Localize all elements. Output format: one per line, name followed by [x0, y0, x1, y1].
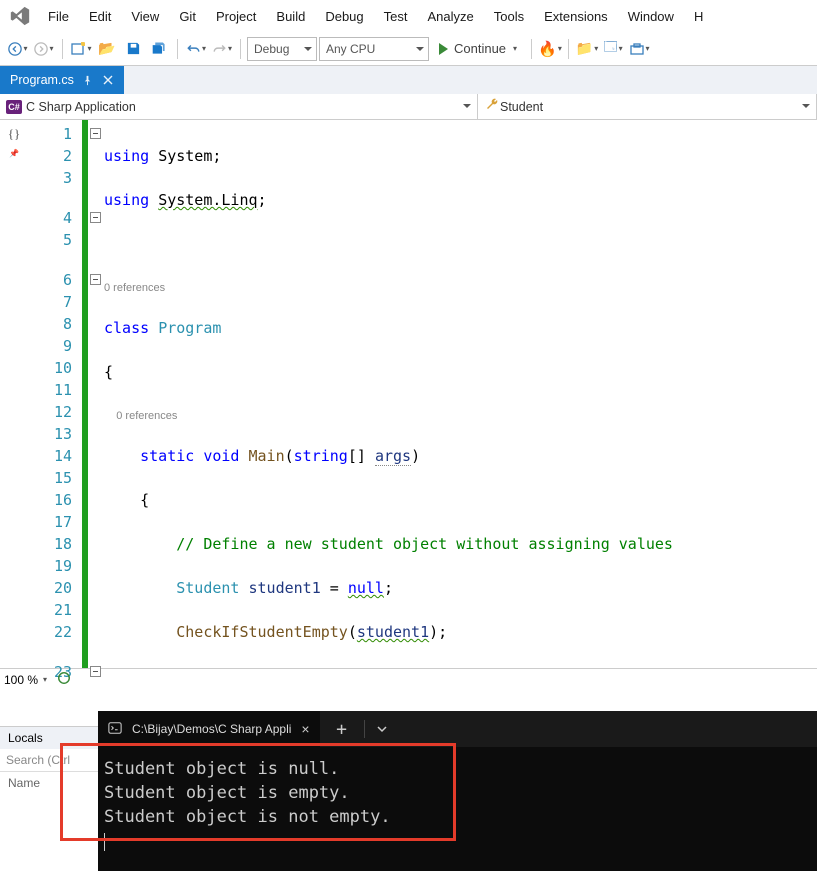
undo-button[interactable]: ▾	[184, 37, 208, 61]
menu-bar: File Edit View Git Project Build Debug T…	[0, 0, 817, 32]
continue-button[interactable]: Continue ▾	[431, 39, 525, 58]
terminal-cursor	[104, 833, 105, 851]
code-content[interactable]: using System; using System.Linq; 0 refer…	[104, 120, 817, 668]
config-dropdown[interactable]: Debug	[247, 37, 317, 61]
fold-toggle[interactable]	[90, 666, 101, 677]
menu-edit[interactable]: Edit	[79, 3, 121, 30]
menu-debug[interactable]: Debug	[315, 3, 373, 30]
nav-project-label: C Sharp Application	[26, 100, 136, 114]
fold-toggle[interactable]	[90, 128, 101, 139]
line-numbers: 1 2 3 4 5 6 7 8 9 10 11 12 13 14 15 16 1…	[28, 120, 82, 668]
main-toolbar: ▾ ▾ ▾ 📂 ▾ ▾ Debug Any CPU Continue ▾ 🔥▾ …	[0, 32, 817, 66]
document-tabstrip: Program.cs	[0, 66, 817, 94]
terminal-output[interactable]: Student object is null. Student object i…	[98, 747, 817, 863]
menu-test[interactable]: Test	[374, 3, 418, 30]
tab-program-cs[interactable]: Program.cs	[0, 66, 124, 94]
save-button[interactable]	[121, 37, 145, 61]
code-nav-bar: C# C Sharp Application Student	[0, 94, 817, 120]
hot-reload-button[interactable]: 🔥▾	[538, 37, 562, 61]
fold-gutter	[90, 120, 104, 668]
terminal-tab[interactable]: C:\Bijay\Demos\C Sharp Appli ×	[98, 711, 320, 747]
fold-toggle[interactable]	[90, 274, 101, 285]
close-icon[interactable]	[102, 74, 114, 86]
menu-window[interactable]: Window	[618, 3, 684, 30]
outline-gutter: {} 📌	[0, 120, 28, 668]
menu-file[interactable]: File	[38, 3, 79, 30]
vs-logo-icon	[6, 2, 34, 30]
menu-items: File Edit View Git Project Build Debug T…	[38, 3, 713, 30]
menu-build[interactable]: Build	[266, 3, 315, 30]
issues-icon[interactable]	[57, 671, 71, 688]
change-indicator	[82, 120, 88, 668]
nav-project-dropdown[interactable]: C# C Sharp Application	[0, 94, 478, 119]
toolbox-button[interactable]: ▾	[627, 37, 651, 61]
csharp-project-icon: C#	[6, 100, 22, 114]
save-all-button[interactable]	[147, 37, 171, 61]
new-project-button[interactable]: ▾	[69, 37, 93, 61]
terminal-tabbar: C:\Bijay\Demos\C Sharp Appli × +	[98, 711, 817, 747]
pin-icon[interactable]	[82, 74, 94, 86]
cmd-icon	[108, 721, 122, 738]
windows-button[interactable]: 🗔▾	[601, 37, 625, 61]
nav-forward-button[interactable]: ▾	[32, 37, 56, 61]
zoom-dropdown-icon[interactable]: ▾	[43, 675, 47, 684]
menu-help-truncated[interactable]: H	[684, 3, 713, 30]
menu-analyze[interactable]: Analyze	[417, 3, 483, 30]
menu-view[interactable]: View	[121, 3, 169, 30]
nav-member-dropdown[interactable]: Student	[478, 94, 817, 119]
nav-back-button[interactable]: ▾	[6, 37, 30, 61]
menu-project[interactable]: Project	[206, 3, 266, 30]
redo-button[interactable]: ▾	[210, 37, 234, 61]
code-editor[interactable]: {} 📌 1 2 3 4 5 6 7 8 9 10 11 12 13 14 15…	[0, 120, 817, 668]
zoom-level[interactable]: 100 %	[4, 673, 38, 687]
terminal-line: Student object is empty.	[104, 781, 811, 805]
wrench-icon	[484, 97, 500, 116]
open-file-button[interactable]: 📂	[95, 37, 119, 61]
tab-title: Program.cs	[10, 73, 74, 87]
editor-status-bar: 100 % ▾	[0, 668, 817, 690]
terminal-window: C:\Bijay\Demos\C Sharp Appli × + Student…	[98, 711, 817, 871]
outline-pin-icon[interactable]: 📌	[0, 143, 28, 165]
terminal-tab-menu-button[interactable]	[365, 723, 399, 735]
play-icon	[439, 43, 448, 55]
terminal-new-tab-button[interactable]: +	[320, 719, 364, 740]
fold-toggle[interactable]	[90, 212, 101, 223]
nav-member-label: Student	[500, 100, 543, 114]
terminal-close-icon[interactable]: ×	[301, 721, 309, 737]
terminal-line: Student object is not empty.	[104, 805, 811, 829]
menu-tools[interactable]: Tools	[484, 3, 534, 30]
menu-extensions[interactable]: Extensions	[534, 3, 618, 30]
terminal-tab-title: C:\Bijay\Demos\C Sharp Appli	[132, 722, 291, 736]
continue-label: Continue	[454, 41, 506, 56]
menu-git[interactable]: Git	[169, 3, 206, 30]
outline-braces-icon[interactable]: {}	[0, 123, 28, 145]
platform-dropdown[interactable]: Any CPU	[319, 37, 429, 61]
terminal-line: Student object is null.	[104, 757, 811, 781]
open-folder-button[interactable]: 📁▾	[575, 37, 599, 61]
